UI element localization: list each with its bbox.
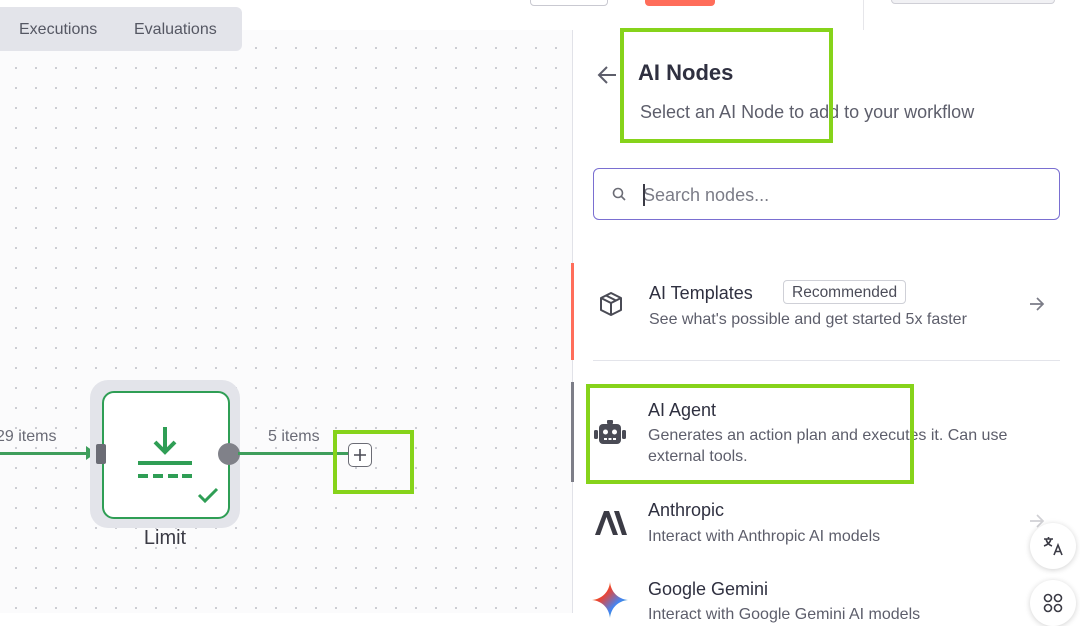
search-input[interactable] (643, 182, 1043, 208)
tab-evaluations[interactable]: Evaluations (134, 21, 217, 39)
connection-out[interactable] (238, 452, 348, 455)
panel-subtitle: Select an AI Node to add to your workflo… (640, 102, 975, 122)
item-active-accent (571, 263, 574, 360)
section-divider (593, 360, 1060, 361)
translate-button[interactable] (1030, 523, 1076, 569)
item-description-line2: external tools. (648, 448, 748, 465)
item-title-ai-agent[interactable]: AI Agent (648, 400, 716, 421)
edge-in-item-count: 29 items (0, 428, 57, 445)
plus-icon (354, 449, 366, 461)
item-description: See what's possible and get started 5x f… (649, 311, 967, 328)
node-input-port[interactable] (96, 444, 106, 464)
panel-title: AI Nodes (638, 60, 734, 85)
item-hover-accent (571, 382, 574, 482)
item-title-anthropic[interactable]: Anthropic (648, 500, 724, 521)
header-primary-button[interactable] (645, 0, 715, 6)
edge-out-item-count: 5 items (268, 428, 320, 445)
limit-download-icon (135, 425, 195, 486)
anthropic-logo-icon (594, 510, 628, 541)
header-button[interactable] (530, 0, 608, 6)
box-icon (597, 290, 625, 323)
translate-icon (1043, 537, 1063, 556)
gemini-logo-icon (592, 582, 628, 623)
view-tabs: Executions Evaluations (0, 7, 242, 51)
workflow-canvas[interactable] (0, 30, 572, 613)
item-title-ai-templates[interactable]: AI Templates (649, 283, 753, 304)
item-description: Interact with Anthropic AI models (648, 528, 881, 545)
header-divider (863, 0, 864, 30)
recommended-badge: Recommended (783, 280, 907, 304)
apps-button[interactable] (1030, 580, 1076, 626)
tab-executions[interactable]: Executions (19, 21, 97, 39)
add-node-button[interactable] (348, 443, 372, 467)
robot-icon (594, 419, 626, 452)
connection-in[interactable] (0, 452, 92, 455)
item-title-google-gemini[interactable]: Google Gemini (648, 579, 768, 600)
text-cursor (643, 184, 645, 206)
node-label: Limit (143, 527, 187, 549)
search-icon (612, 187, 626, 206)
arrow-right-icon[interactable] (1028, 295, 1046, 318)
back-arrow-icon[interactable] (596, 64, 618, 91)
success-check-icon (197, 486, 219, 509)
item-description-line1: Generates an action plan and executes it… (648, 427, 1008, 444)
item-description: Interact with Google Gemini AI models (648, 606, 921, 623)
apps-icon (1043, 593, 1063, 613)
node-output-port[interactable] (218, 443, 240, 465)
header-toggle[interactable] (891, 0, 1055, 4)
